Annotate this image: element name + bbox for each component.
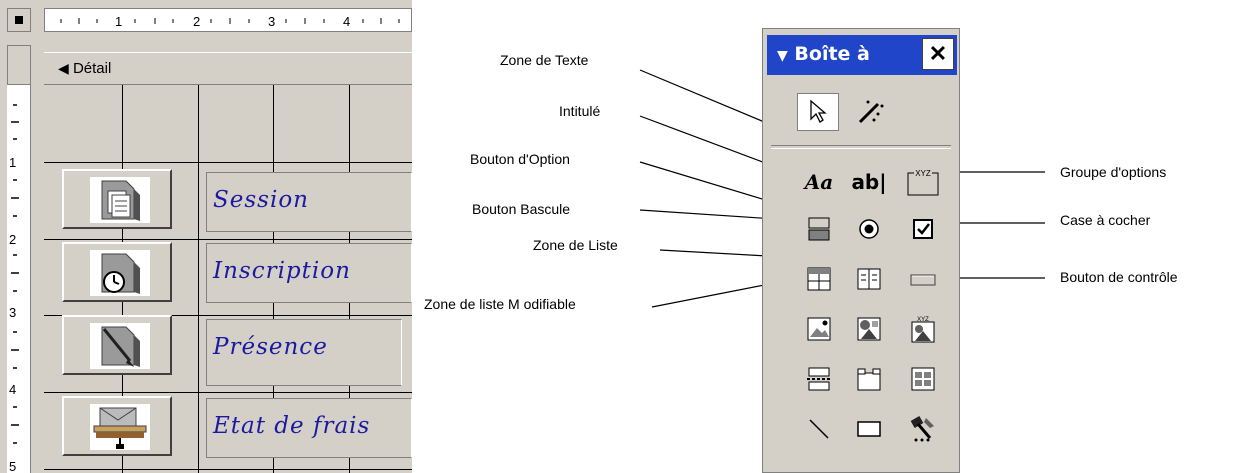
annotation-case-cocher: Case à cocher [1060, 212, 1151, 228]
toolbox-panel[interactable]: ▼ Boîte à ✕ Aa ab| XYZ XYZ [762, 28, 960, 473]
annotation-zone-texte: Zone de Texte [500, 52, 589, 68]
annotation-bouton-controle: Bouton de contrôle [1060, 269, 1178, 285]
annotation-arrows [639, 69, 1045, 308]
annotation-zone-liste: Zone de Liste [533, 237, 618, 253]
option-group-glyph: XYZ [915, 169, 931, 178]
page-break-tool-icon[interactable] [799, 361, 839, 397]
option-group-icon[interactable]: XYZ [903, 164, 943, 200]
annotation-groupe-options: Groupe d'options [1060, 164, 1167, 180]
toolbox-titlebar[interactable]: ▼ Boîte à ✕ [767, 35, 957, 75]
annotation-zone-liste-modifiable: Zone de liste M odifiable [424, 296, 576, 312]
unbound-object-frame-icon[interactable] [849, 311, 889, 347]
rectangle-tool-icon[interactable] [849, 411, 889, 447]
option-button-tool-icon[interactable] [849, 211, 889, 247]
select-pointer-icon[interactable] [797, 93, 839, 131]
bound-object-frame-icon[interactable]: XYZ [903, 311, 943, 347]
image-tool-icon[interactable] [799, 311, 839, 347]
close-icon[interactable]: ✕ [922, 38, 954, 70]
annotation-bouton-bascule: Bouton Bascule [472, 201, 571, 217]
annotation-bouton-option: Bouton d'Option [470, 151, 570, 167]
checkbox-tool-icon[interactable] [903, 211, 943, 247]
combo-box-tool-icon[interactable] [799, 261, 839, 297]
dropdown-arrow-icon[interactable]: ▼ [777, 48, 788, 64]
more-controls-icon[interactable] [903, 411, 943, 447]
annotation-intitule: Intitulé [559, 103, 601, 119]
textbox-tool-glyph: ab| [851, 170, 887, 194]
control-wizard-icon[interactable] [851, 93, 891, 129]
toggle-button-tool-icon[interactable] [799, 211, 839, 247]
tab-control-tool-icon[interactable] [849, 361, 889, 397]
line-tool-icon[interactable] [799, 411, 839, 447]
command-button-tool-icon[interactable] [903, 261, 943, 297]
label-tool-glyph: Aa [804, 170, 834, 194]
toolbox-title: Boîte à [794, 43, 870, 65]
list-box-tool-icon[interactable] [849, 261, 889, 297]
subform-tool-icon[interactable] [903, 361, 943, 397]
textbox-tool-icon[interactable]: ab| [849, 164, 889, 200]
label-tool-icon[interactable]: Aa [799, 164, 839, 200]
